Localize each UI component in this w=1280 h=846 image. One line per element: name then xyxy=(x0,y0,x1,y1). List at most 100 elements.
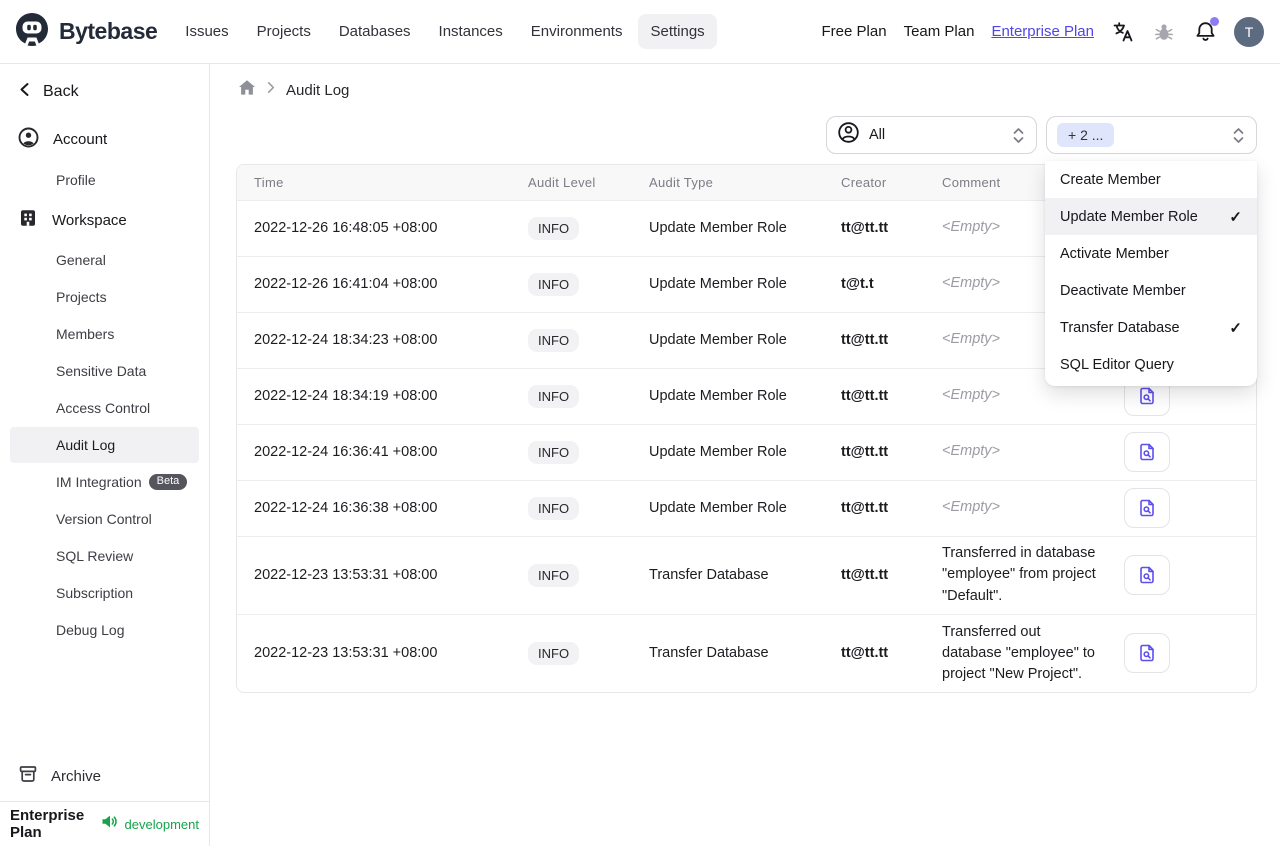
back-button[interactable]: Back xyxy=(10,78,199,118)
column-header-type: Audit Type xyxy=(632,165,824,201)
sidebar-item-debug-log[interactable]: Debug Log xyxy=(10,612,199,648)
log-time: 2022-12-24 16:36:38 +08:00 xyxy=(254,500,438,516)
team-plan-label[interactable]: Team Plan xyxy=(904,23,975,40)
table-row: 2022-12-24 16:36:41 +08:00 INFO Update M… xyxy=(237,424,1256,480)
sidebar-item-audit-log[interactable]: Audit Log xyxy=(10,427,199,463)
nav-link-environments[interactable]: Environments xyxy=(519,14,635,49)
sidebar-item-general[interactable]: General xyxy=(10,242,199,278)
menu-item-deactivate-member[interactable]: Deactivate Member xyxy=(1045,272,1257,309)
sidebar-footer: Enterprise Plan development xyxy=(0,801,209,846)
im-integration-label: IM Integration xyxy=(56,474,142,490)
log-level-badge: INFO xyxy=(528,496,580,520)
log-comment: <Empty> xyxy=(942,443,1001,460)
menu-item-transfer-database[interactable]: Transfer Database ✓ xyxy=(1045,309,1257,346)
person-circle-icon xyxy=(837,121,860,149)
sidebar-section-account: Account xyxy=(10,118,199,161)
log-action-cell xyxy=(1107,536,1256,614)
archive-box-icon xyxy=(18,764,38,788)
log-level-badge: INFO xyxy=(528,440,580,464)
current-plan-label: Enterprise Plan xyxy=(10,807,85,841)
translate-icon[interactable] xyxy=(1111,20,1135,44)
column-header-time: Time xyxy=(237,165,511,201)
notification-dot xyxy=(1210,16,1219,26)
nav-right-cluster: Free Plan Team Plan Enterprise Plan T xyxy=(822,16,1264,47)
log-comment: <Empty> xyxy=(942,499,1001,516)
sidebar-item-members[interactable]: Members xyxy=(10,316,199,352)
table-row: 2022-12-23 13:53:31 +08:00 INFO Transfer… xyxy=(237,536,1256,614)
log-level-cell: INFO xyxy=(511,312,632,368)
sidebar-item-version-control[interactable]: Version Control xyxy=(10,501,199,537)
creator-filter-value: All xyxy=(869,127,886,143)
sidebar-item-im-integration[interactable]: IM Integration Beta xyxy=(10,464,199,500)
log-type: Update Member Role xyxy=(649,276,787,292)
log-type: Update Member Role xyxy=(649,332,787,348)
bytebase-mascot-icon xyxy=(14,11,50,52)
home-icon[interactable] xyxy=(238,79,256,101)
log-action-cell xyxy=(1107,614,1256,692)
log-time: 2022-12-26 16:41:04 +08:00 xyxy=(254,276,438,292)
sidebar-item-profile[interactable]: Profile xyxy=(10,162,199,198)
column-header-creator: Creator xyxy=(824,165,925,201)
log-level-cell: INFO xyxy=(511,256,632,312)
audit-type-dropdown-menu: Create Member Update Member Role ✓ Activ… xyxy=(1045,161,1257,386)
log-time: 2022-12-24 18:34:23 +08:00 xyxy=(254,332,438,348)
back-label: Back xyxy=(43,83,79,100)
bytebase-logo[interactable]: Bytebase xyxy=(14,11,158,52)
audit-type-filter-select[interactable]: + 2 ... xyxy=(1046,116,1257,154)
view-detail-button[interactable] xyxy=(1124,555,1170,595)
account-user-icon xyxy=(18,127,39,152)
nav-link-issues[interactable]: Issues xyxy=(173,14,240,49)
menu-item-activate-member[interactable]: Activate Member xyxy=(1045,235,1257,272)
menu-item-label: Activate Member xyxy=(1060,245,1169,262)
log-level-badge: INFO xyxy=(528,272,580,296)
archive-button[interactable]: Archive xyxy=(0,751,209,801)
log-creator: tt@tt.tt xyxy=(841,220,889,236)
archive-label: Archive xyxy=(51,767,102,785)
view-detail-button[interactable] xyxy=(1124,488,1170,528)
log-creator: tt@tt.tt xyxy=(841,500,889,516)
nav-link-instances[interactable]: Instances xyxy=(427,14,515,49)
log-time: 2022-12-24 18:34:19 +08:00 xyxy=(254,388,438,404)
sidebar-item-access-control[interactable]: Access Control xyxy=(10,390,199,426)
chevron-updown-icon xyxy=(1232,126,1245,145)
nav-link-databases[interactable]: Databases xyxy=(327,14,423,49)
log-time: 2022-12-26 16:48:05 +08:00 xyxy=(254,220,438,236)
environment-mode-label: development xyxy=(124,816,199,832)
menu-item-label: Update Member Role xyxy=(1060,208,1198,225)
primary-nav: Issues Projects Databases Instances Envi… xyxy=(173,14,717,49)
nav-link-projects[interactable]: Projects xyxy=(245,14,323,49)
free-plan-label[interactable]: Free Plan xyxy=(822,23,887,40)
sidebar-item-sensitive-data[interactable]: Sensitive Data xyxy=(10,353,199,389)
brand-name: Bytebase xyxy=(59,18,158,44)
nav-link-settings[interactable]: Settings xyxy=(638,14,717,49)
log-level-cell: INFO xyxy=(511,200,632,256)
menu-item-sql-editor-query[interactable]: SQL Editor Query xyxy=(1045,346,1257,383)
log-type: Update Member Role xyxy=(649,500,787,516)
log-creator: tt@tt.tt xyxy=(841,645,889,662)
breadcrumb-separator-icon xyxy=(267,81,275,99)
sidebar-item-sql-review[interactable]: SQL Review xyxy=(10,538,199,574)
log-type: Update Member Role xyxy=(649,444,787,460)
table-row: 2022-12-24 16:36:38 +08:00 INFO Update M… xyxy=(237,480,1256,536)
log-level-badge: INFO xyxy=(528,563,580,587)
creator-filter-select[interactable]: All xyxy=(826,116,1037,154)
bug-report-icon[interactable] xyxy=(1152,20,1176,44)
user-avatar[interactable]: T xyxy=(1234,16,1264,47)
log-creator: tt@tt.tt xyxy=(841,567,889,583)
menu-item-label: SQL Editor Query xyxy=(1060,356,1174,373)
view-detail-button[interactable] xyxy=(1124,633,1170,674)
speaker-icon xyxy=(101,814,118,834)
log-action-cell xyxy=(1107,480,1256,536)
main-content: Audit Log All + 2 ... Time Audit Level A… xyxy=(210,64,1280,846)
menu-item-label: Transfer Database xyxy=(1060,319,1180,336)
enterprise-plan-link[interactable]: Enterprise Plan xyxy=(991,23,1094,40)
view-detail-button[interactable] xyxy=(1124,432,1170,472)
beta-badge: Beta xyxy=(148,474,188,490)
breadcrumb: Audit Log xyxy=(236,76,1257,104)
sidebar-item-subscription[interactable]: Subscription xyxy=(10,575,199,611)
menu-item-update-member-role[interactable]: Update Member Role ✓ xyxy=(1045,198,1257,235)
notification-bell-icon[interactable] xyxy=(1193,16,1219,44)
sidebar-item-projects[interactable]: Projects xyxy=(10,279,199,315)
menu-item-create-member[interactable]: Create Member xyxy=(1045,161,1257,198)
sidebar-section-workspace: Workspace xyxy=(10,199,199,241)
